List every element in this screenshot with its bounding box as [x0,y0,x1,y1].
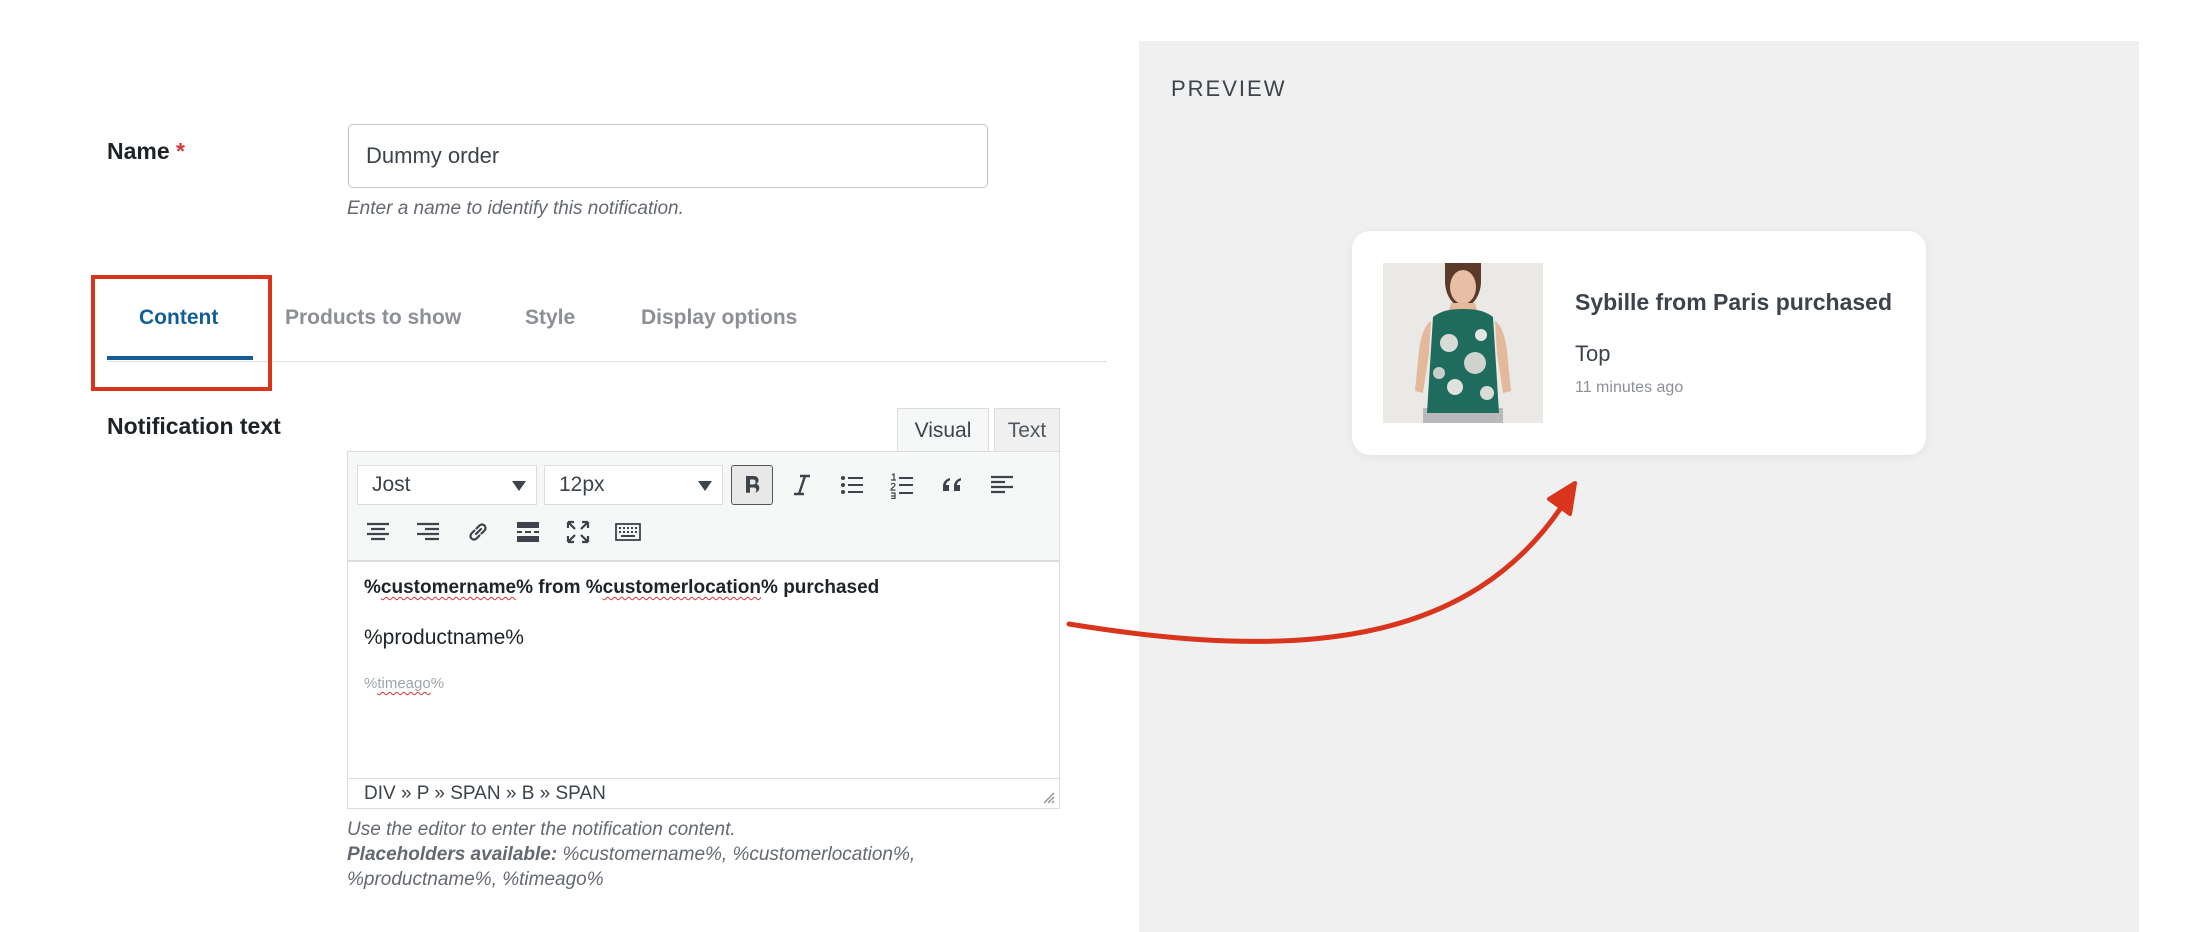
numbered-list-button[interactable] [881,465,923,505]
fullscreen-icon [566,520,590,544]
align-left-icon [991,475,1013,494]
placeholders-help: Placeholders available: %customername%, … [347,842,915,867]
highlight-box [91,275,272,391]
text-segment: % from % [516,577,603,598]
fullscreen-button[interactable] [557,512,599,552]
chevron-down-icon [512,481,526,491]
text-segment: % [364,675,378,692]
font-family-value: Jost [372,473,411,496]
content-line-product: %productname% [364,626,524,649]
numbered-list-icon [890,473,913,499]
keyboard-icon [615,523,641,541]
element-path: DIV » P » SPAN » B » SPAN [364,782,606,804]
preview-card-title: Sybille from Paris purchased [1575,289,1893,315]
tab-products-to-show[interactable]: Products to show [285,306,461,330]
tab-style[interactable]: Style [525,306,575,330]
font-family-select[interactable]: Jost [357,465,537,505]
name-input[interactable] [348,124,988,188]
chevron-down-icon [698,481,712,491]
notification-text-label: Notification text [107,413,281,439]
editor-path-bar: DIV » P » SPAN » B » SPAN [348,778,1059,808]
content-line-timeago: %timeago% [364,675,444,692]
required-mark: * [176,138,185,164]
blockquote-button[interactable] [931,465,973,505]
italic-button[interactable] [781,465,823,505]
align-right-icon [417,522,439,541]
editor-tab-visual[interactable]: Visual [897,408,989,452]
editor-tab-text[interactable]: Text [994,408,1060,452]
blockquote-icon [943,478,961,491]
editor-help-line: Use the editor to enter the notification… [347,819,736,840]
read-more-button[interactable] [507,512,549,552]
product-image [1383,263,1543,423]
product-photo-icon [1383,263,1543,423]
align-left-button[interactable] [981,465,1023,505]
placeholders-list-2: %productname%, %timeago% [347,869,604,890]
preview-product-name: Top [1575,341,1611,366]
align-right-button[interactable] [407,512,449,552]
name-label-text: Name [107,138,170,164]
align-center-button[interactable] [357,512,399,552]
text-segment: % [430,675,445,692]
link-icon [469,523,487,541]
font-size-value: 12px [559,473,605,496]
text-segment: % [364,577,381,598]
placeholders-label: Placeholders available: [347,844,558,865]
align-center-icon [367,522,389,541]
tab-display-options[interactable]: Display options [641,306,797,330]
placeholder-timeago: timeago [377,675,431,692]
placeholder-customername: customername [380,577,517,598]
keyboard-shortcuts-button[interactable] [607,512,649,552]
editor-help-text: Use the editor to enter the notification… [347,817,915,892]
resize-handle-icon[interactable] [1041,790,1055,804]
bullet-list-button[interactable] [831,465,873,505]
preview-time-ago: 11 minutes ago [1575,379,1684,396]
preview-title: PREVIEW [1171,76,1287,101]
content-line-customer: %customername% from %customerlocation% p… [364,577,879,599]
bullet-list-icon [841,476,863,494]
placeholder-customerlocation: customerlocation [602,577,762,598]
bold-button[interactable] [731,465,773,505]
bold-icon [746,476,760,493]
read-more-icon [517,522,539,542]
rich-text-editor: Jost 12px %customername% from %customerl… [347,451,1060,809]
name-label: Name * [107,138,185,165]
placeholders-list: %customername%, %customerlocation%, [562,844,916,865]
font-size-select[interactable]: 12px [544,465,723,505]
editor-toolbar: Jost 12px [348,452,1059,562]
italic-icon [794,474,810,496]
text-segment: % purchased [761,577,880,598]
name-help-text: Enter a name to identify this notificati… [347,198,684,219]
link-button[interactable] [457,512,499,552]
preview-panel [1139,41,2139,932]
